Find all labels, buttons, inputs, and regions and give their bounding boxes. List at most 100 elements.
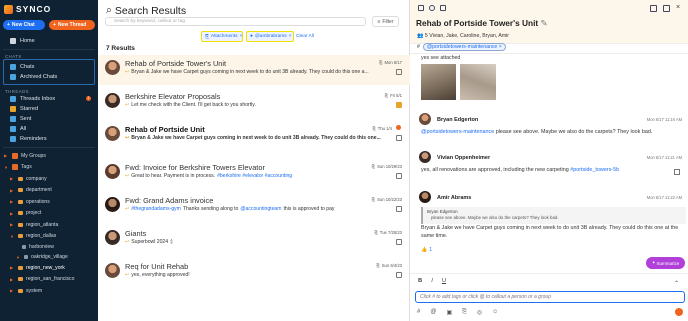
tag-item[interactable]: ▶ region_atlanta — [0, 219, 98, 231]
image-icon[interactable]: ▣ — [446, 309, 452, 316]
avatar — [105, 60, 120, 75]
attachments-filter-chip[interactable]: ⎘ Attachments × — [201, 31, 243, 42]
message-text: yes, all renovations are approved, inclu… — [421, 167, 683, 175]
hashtag[interactable]: #portside_towers-5b — [570, 167, 619, 173]
chevron-up-icon[interactable]: ⌃ — [674, 280, 679, 287]
attachment-image[interactable] — [421, 64, 456, 100]
sidebar-item-my-groups[interactable]: ▶ My Groups — [0, 150, 98, 162]
filter-icon: ≡ — [377, 18, 381, 25]
date-text: Tue 7/25/23 — [379, 230, 402, 235]
new-chat-button[interactable]: + New Chat — [3, 20, 45, 30]
sidebar-item-reminders[interactable]: Reminders — [0, 134, 98, 144]
tag-item-label: harborview — [29, 244, 54, 250]
plus-icon: + — [7, 22, 10, 28]
add-person-icon[interactable] — [650, 5, 657, 12]
tag-item[interactable]: ▶ region_new_york — [0, 262, 98, 274]
attachment-image[interactable] — [460, 64, 496, 100]
list-item[interactable]: Req for Unit Rehab ⎘ Sun 6/4/23 ↩ yes, eve… — [98, 258, 410, 288]
summarize-button[interactable]: ✦ Summarize — [646, 257, 685, 269]
emoji-icon[interactable]: ☺ — [492, 309, 498, 316]
mention[interactable]: @portsidetowers-maintenance — [421, 129, 494, 135]
starred-label: Starred — [20, 106, 39, 112]
list-item[interactable]: Giants ⎘ Tue 7/25/23 ↩ Superbowl 2024 :) — [98, 225, 410, 255]
sidebar-item-threads-inbox[interactable]: Threads Inbox 1 — [0, 94, 98, 104]
quoted-message[interactable]: Bryan Edgerton please see above. Maybe w… — [421, 207, 686, 224]
reminder-icon[interactable] — [396, 69, 402, 75]
preview-tags[interactable]: #berkshire #elevator #accounting — [217, 173, 292, 179]
reply-icon: ↩ — [125, 135, 130, 141]
list-item[interactable]: Rehab of Portside Unit ⎘ Thu 1/4 ↩ Bryan &… — [98, 121, 410, 151]
gif-icon[interactable]: ◎ — [477, 309, 482, 316]
tag-item[interactable]: ▶ region_san_francisco — [0, 274, 98, 286]
thread-participants[interactable]: 👥 5 Vivian, Jake, Caroline, Bryan, Amir — [417, 33, 509, 39]
summarize-label: Summarize — [656, 260, 680, 266]
reminder-icon[interactable] — [674, 169, 680, 175]
edit-icon[interactable]: ✎ — [540, 18, 547, 28]
tag-item[interactable]: ▼ oakridge_village — [0, 252, 98, 262]
tag-item-label: company — [26, 175, 47, 182]
person-filter-chip[interactable]: ● @ambrabrams × — [246, 31, 294, 42]
message-body: yes, all renovations are approved, inclu… — [421, 167, 569, 173]
info-icon[interactable] — [429, 5, 435, 11]
star-icon[interactable] — [396, 102, 402, 108]
tag-item[interactable]: ▶ system — [0, 285, 98, 297]
sidebar-item-tags[interactable]: ▼ Tags — [0, 162, 98, 174]
reminder-icon[interactable] — [396, 135, 402, 141]
preview-mention[interactable]: @accountingteam — [240, 206, 281, 212]
attachment-icon[interactable]: ⎘ — [462, 309, 467, 316]
close-icon[interactable]: × — [240, 34, 243, 39]
bookmark-icon[interactable] — [418, 5, 424, 11]
close-icon[interactable]: × — [676, 4, 683, 12]
close-icon[interactable]: × — [289, 34, 292, 39]
folder-icon — [18, 288, 23, 293]
sparkle-icon: ✦ — [651, 260, 656, 265]
tag-icon: # — [417, 44, 420, 50]
search-input[interactable]: Search by keyword, callout or tag — [105, 17, 366, 26]
tag-item[interactable]: ▶ operations — [0, 196, 98, 208]
list-item-date: ⎘ Sun 6/4/23 — [376, 263, 402, 268]
sidebar-item-chats[interactable]: Chats — [4, 62, 94, 72]
tag-item[interactable]: ▼ region_dallas — [0, 231, 98, 243]
at-icon[interactable]: @ — [430, 309, 436, 316]
underline-icon[interactable]: U — [442, 278, 446, 284]
tag-item[interactable]: harborview — [0, 242, 98, 252]
tag-item[interactable]: ▶ department — [0, 185, 98, 197]
italic-icon[interactable]: I — [431, 278, 433, 284]
reminder-icon[interactable] — [396, 272, 402, 278]
sidebar-item-home[interactable]: Home — [0, 36, 98, 46]
thread-tag-chip[interactable]: @portsidetowers-maintenance × — [422, 43, 506, 51]
avatar — [105, 93, 120, 108]
archive-icon[interactable] — [440, 5, 446, 11]
chevron-right-icon: ▶ — [4, 153, 8, 159]
reminder-icon[interactable] — [396, 239, 402, 245]
sidebar: SYNCO + New Chat + New Thread Home CHATS C… — [0, 0, 98, 321]
list-item[interactable]: Fwd: Invoice for Berkshire Towers Elevat… — [98, 159, 410, 189]
send-button[interactable] — [675, 308, 683, 316]
message-input[interactable]: Click # to add tags or click @ to callou… — [415, 291, 685, 303]
new-thread-button[interactable]: + New Thread — [49, 20, 95, 30]
sidebar-item-archived-chats[interactable]: Archived Chats — [4, 72, 94, 82]
sidebar-item-sent[interactable]: Sent — [0, 114, 98, 124]
hashtag-icon[interactable]: # — [417, 309, 420, 316]
reaction-badge[interactable]: 👍 1 — [421, 247, 432, 253]
search-icon: ⌕ — [106, 4, 112, 16]
filter-button[interactable]: ≡ Filter — [372, 16, 399, 27]
export-icon[interactable] — [663, 5, 670, 12]
preview-text: Superbowl 2024 :) — [131, 239, 173, 245]
sidebar-item-starred[interactable]: Starred — [0, 104, 98, 114]
sidebar-item-all[interactable]: All — [0, 124, 98, 134]
list-item[interactable]: Berkshire Elevator Proposals ⎘ Fri 5/1 ↩ L… — [98, 88, 410, 118]
send-icon — [10, 116, 16, 122]
synco-logo-icon — [4, 4, 13, 14]
tag-item[interactable]: ▶ company — [0, 173, 98, 185]
list-item[interactable]: Fwd: Grand Adams invoice ⎘ Sun 10/22/23 ↩… — [98, 192, 410, 222]
clear-all-link[interactable]: Clear All — [296, 34, 314, 39]
list-item[interactable]: Rehab of Portside Tower's Unit ⎘ Mon 6/17… — [98, 55, 410, 85]
bold-icon[interactable]: B — [418, 278, 422, 284]
chevron-right-icon: ▶ — [10, 265, 14, 271]
tag-item[interactable]: ▶ project — [0, 208, 98, 220]
reminder-icon[interactable] — [396, 206, 402, 212]
reminder-icon[interactable] — [396, 173, 402, 179]
preview-tag[interactable]: #thegrandadams-gym — [131, 206, 181, 212]
tag-item-label: department — [26, 187, 52, 194]
